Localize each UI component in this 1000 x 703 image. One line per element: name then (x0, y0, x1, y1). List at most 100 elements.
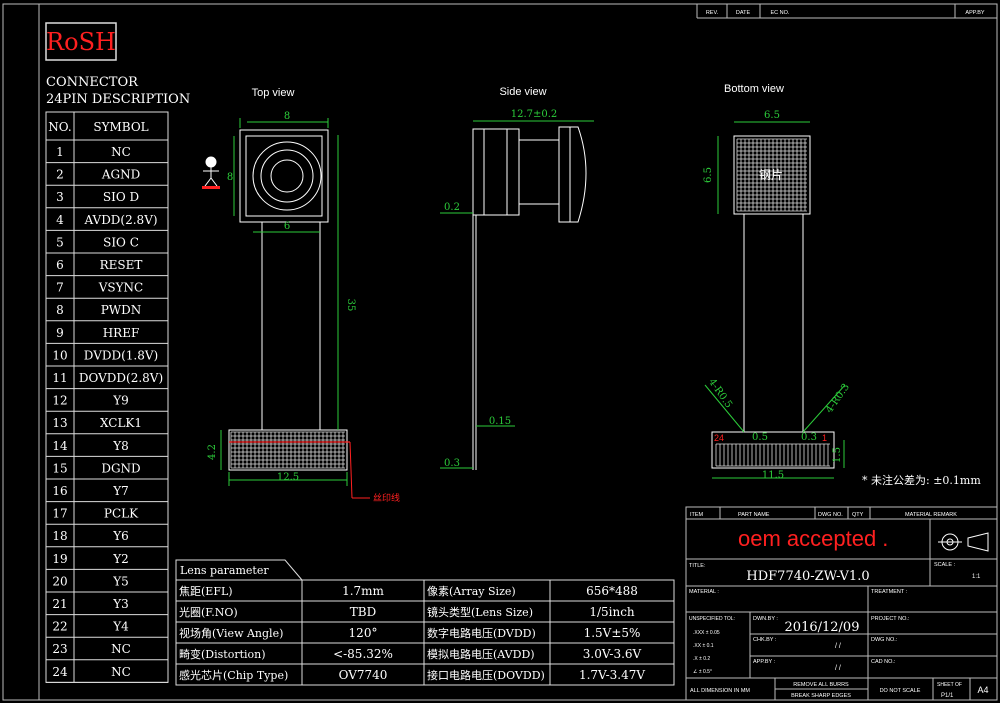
top-view (228, 129, 348, 471)
pin-number: 12 (52, 394, 67, 408)
cad-label: CAD NO.: (871, 659, 896, 665)
pin-symbol: Y8 (112, 439, 129, 453)
tol-row-2: .XX ± 0.1 (693, 643, 714, 649)
pin-number: 16 (52, 484, 67, 498)
lens-value: 1/5inch (589, 605, 635, 619)
tol-row-4: ∠ ± 0.5° (693, 669, 712, 675)
dim-side-03: 0.3 (444, 458, 460, 469)
pin-symbol: DOVDD(2.8V) (79, 371, 163, 385)
dwn-label: DWN.BY : (753, 616, 778, 622)
top-connector-grid (230, 431, 345, 469)
drawing-canvas: RoSH CONNECTOR 24PIN DESCRIPTION NO. SYMB… (2, 3, 998, 701)
pin-symbol: NC (111, 145, 131, 159)
connector-title: CONNECTOR (46, 75, 139, 90)
title-label: TITLE: (689, 563, 706, 569)
project-label: PROJECT NO.: (871, 616, 910, 622)
item-header-dwg: DWG NO. (818, 512, 843, 518)
pin-symbol: AVDD(2.8V) (83, 213, 157, 227)
rev-header-ec: EC NO. (771, 10, 790, 16)
item-header-qty: QTY (852, 512, 864, 518)
pin-symbol: Y2 (112, 552, 129, 566)
dwg-label: DWG NO.: (871, 637, 898, 643)
oem-banner: oem accepted . (738, 526, 888, 551)
pin-symbol: Y9 (112, 394, 129, 408)
tol-row-1: .XXX ± 0.05 (693, 630, 720, 636)
pin-number: 19 (52, 552, 67, 566)
scale-label: SCALE : (934, 562, 956, 568)
dim-top-width: 8 (284, 111, 290, 122)
silk-note: 丝印线 (373, 492, 400, 504)
burrs-note-1: REMOVE ALL BURRS (793, 682, 849, 688)
lens-value: 1.7V-3.47V (579, 668, 645, 682)
pin-symbol: XCLK1 (100, 416, 142, 430)
lens-key: 畸变(Distortion) (179, 647, 266, 661)
side-view-label: Side view (499, 86, 546, 98)
lens-key: 像素(Array Size) (427, 585, 516, 598)
lens-value: 656*488 (586, 584, 638, 598)
pin-symbol: RESET (100, 258, 143, 272)
tolerance-note: * 未注公差为: ±0.1mm (862, 473, 981, 487)
dim-top-conn-h: 4.2 (207, 444, 218, 460)
steel-label: 钢片 (759, 168, 783, 182)
bottom-view-label: Bottom view (724, 83, 784, 95)
stick-figure-icon (202, 156, 220, 189)
dim-side-thick: 0.2 (444, 202, 460, 213)
burrs-note-2: BREAK SHARP EDGES (791, 693, 851, 699)
dim-top-height: 8 (227, 172, 233, 183)
pin-number: 14 (52, 439, 68, 453)
drawing-title: HDF7740-ZW-V1.0 (746, 569, 869, 584)
item-header-part: PART NAME (738, 512, 770, 518)
pin-number: 17 (52, 507, 67, 521)
pin-symbol: Y7 (112, 484, 129, 498)
rev-header-app: APP.BY (965, 10, 984, 16)
chk-label: CHK.BY : (753, 637, 777, 643)
pin-header-no: NO. (48, 120, 71, 134)
pin24-label: 24 (714, 433, 724, 443)
pin-number: 8 (56, 303, 64, 317)
bottom-connector-grid (715, 443, 830, 467)
side-dimension-lines (440, 120, 594, 469)
lens-key: 镜头类型(Lens Size) (427, 605, 533, 619)
item-header-item: ITEM (690, 512, 704, 518)
pin-symbol: SIO C (103, 235, 139, 249)
dim-bottom-pitch: 0.5 (752, 432, 768, 443)
scale-value: 1:1 (972, 574, 981, 580)
dim-bottom-angle-l: 4-R0.5 (706, 377, 734, 410)
lens-key: 视场角(View Angle) (179, 626, 283, 640)
pin-number: 15 (52, 461, 67, 475)
lens-key: 感光芯片(Chip Type) (179, 668, 288, 682)
pin-number: 9 (56, 326, 64, 340)
pin-number: 13 (52, 416, 67, 430)
pin-symbol: VSYNC (98, 281, 144, 295)
app-value: / / (835, 665, 841, 672)
pin-number: 24 (52, 665, 68, 679)
drawing-date: 2016/12/09 (785, 620, 860, 635)
pin-number: 7 (56, 281, 64, 295)
app-label: APP.BY : (753, 659, 776, 665)
dim-top-conn-w: 12.5 (277, 472, 299, 483)
sheet-value: P1/1 (941, 693, 954, 699)
pin-number: 11 (52, 371, 67, 385)
pin-number: 2 (56, 168, 64, 182)
lens-key: 光圈(F.NO) (179, 605, 238, 619)
no-scale-note: DO NOT SCALE (880, 688, 921, 694)
pin-symbol: SIO D (103, 190, 139, 204)
lens-header: Lens parameter (180, 564, 269, 577)
material-label: MATERIAL : (689, 589, 719, 595)
dim-bottom-conn-w: 11.5 (762, 470, 784, 481)
lens-parameter-table: Lens parameter 焦距(EFL) 1.7mm 像素(Array Size)… (175, 559, 675, 686)
lens-value: <-85.32% (333, 647, 393, 661)
pin-symbol: NC (111, 665, 131, 679)
pin-number: 3 (56, 190, 64, 204)
tol-row-3: .X ± 0.2 (693, 656, 710, 662)
pin-number: 18 (52, 529, 67, 543)
treatment-label: TREATMENT : (871, 589, 908, 595)
pin-symbol: PCLK (104, 507, 139, 521)
pin-header-symbol: SYMBOL (93, 120, 148, 134)
pin-number: 1 (56, 145, 64, 159)
dim-bottom-angle-r: 4-R0.3 (824, 382, 852, 415)
dim-bottom-h: 6.5 (703, 167, 714, 183)
pin-number: 21 (52, 597, 67, 611)
pin-symbol: HREF (103, 326, 140, 340)
pin-symbol: PWDN (101, 303, 142, 317)
